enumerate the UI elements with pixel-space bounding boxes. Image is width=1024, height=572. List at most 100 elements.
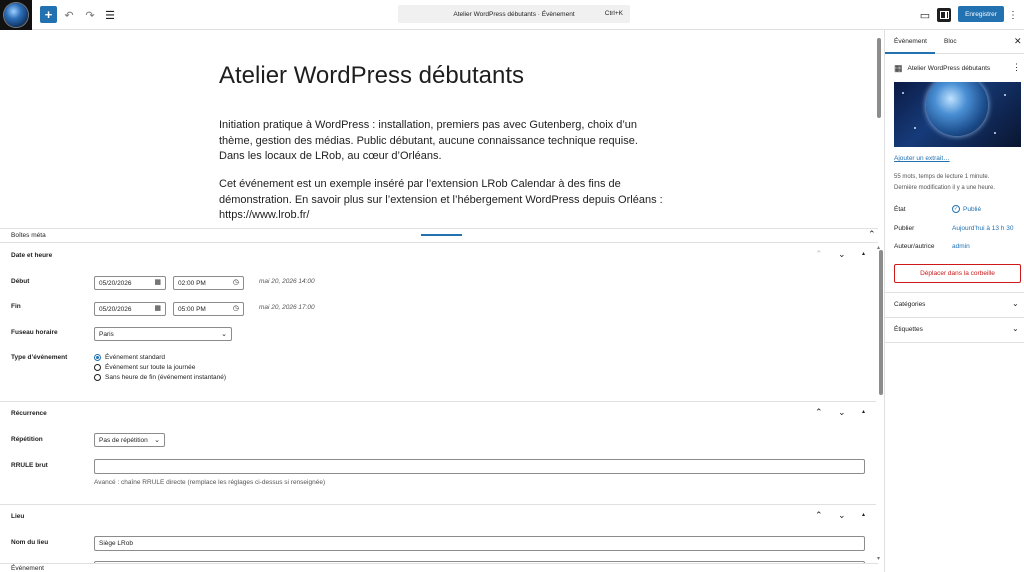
publish-date-button[interactable]: Aujourd’hui à 13 h 30	[952, 225, 1013, 232]
toggle-caret-icon[interactable]: ▴	[862, 511, 865, 518]
featured-image[interactable]	[894, 82, 1021, 147]
move-down-icon[interactable]: ⌄	[838, 510, 846, 521]
place-name-label: Nom du lieu	[11, 539, 49, 546]
chevron-down-icon: ⌄	[154, 437, 160, 444]
save-button[interactable]: Enregistrer	[958, 6, 1004, 22]
active-tab-indicator	[885, 52, 935, 54]
toggle-caret-icon[interactable]: ▴	[862, 408, 865, 415]
add-block-button[interactable]: +	[40, 6, 57, 23]
end-time-input[interactable]: 05:00 PM ◷	[173, 302, 244, 316]
globe-icon	[4, 3, 28, 27]
undo-button[interactable]: ↶	[62, 6, 76, 24]
start-time-input[interactable]: 02:00 PM ◷	[173, 276, 244, 290]
tab-event[interactable]: Événement	[894, 38, 927, 45]
move-up-icon[interactable]: ⌃	[815, 407, 823, 418]
move-up-icon[interactable]: ⌃	[815, 510, 823, 521]
start-hint: mai 20, 2026 14:00	[259, 278, 315, 285]
publish-label: Publier	[894, 225, 915, 232]
star-icon	[914, 127, 916, 129]
status-label: État	[894, 206, 906, 213]
divider	[885, 317, 1024, 318]
move-down-icon[interactable]: ⌄	[838, 249, 846, 260]
desktop-icon: ▭	[919, 9, 931, 22]
status-button[interactable]: ✓ Publié	[952, 205, 981, 213]
start-time-value: 02:00 PM	[178, 279, 206, 287]
resize-handle[interactable]	[421, 234, 462, 236]
meta-boxes-header[interactable]: Boîtes méta ⌃	[0, 228, 878, 243]
scroll-down-icon[interactable]: ▾	[877, 555, 880, 562]
breadcrumb-bar: Événement	[0, 563, 878, 572]
toggle-caret-icon[interactable]: ▴	[862, 250, 865, 257]
post-title[interactable]: Atelier WordPress débutants	[219, 62, 524, 90]
place-name-input[interactable]: Siège LRob	[94, 536, 865, 551]
globe-icon	[926, 82, 988, 136]
categories-panel[interactable]: Catégories	[894, 301, 925, 308]
move-down-icon[interactable]: ⌄	[838, 407, 846, 418]
star-icon	[1004, 94, 1006, 96]
start-date-value: 05/20/2026	[99, 279, 132, 287]
box-title: Date et heure	[11, 252, 53, 259]
paragraph-block[interactable]: Cet événement est un exemple inséré par …	[219, 177, 664, 224]
status-value: Publié	[963, 205, 982, 213]
document-overview-button[interactable]: ☰	[103, 6, 117, 24]
command-title: Atelier WordPress débutants · Évènement	[453, 10, 575, 18]
author-label: Auteur/autrice	[894, 243, 935, 250]
rrule-input[interactable]	[94, 459, 865, 474]
chevron-down-icon[interactable]: ⌄	[1012, 324, 1019, 333]
calendar-icon: ▦	[154, 279, 161, 286]
tags-panel[interactable]: Étiquettes	[894, 326, 923, 333]
word-count-text: 55 mots, temps de lecture 1 minute.	[894, 174, 990, 180]
canvas-scrollbar[interactable]	[877, 38, 881, 118]
end-date-input[interactable]: 05/20/2026 ▦	[94, 302, 166, 316]
repeat-select[interactable]: Pas de répétition ⌄	[94, 433, 165, 447]
move-up-icon[interactable]: ⌃	[815, 249, 823, 260]
tab-block[interactable]: Bloc	[944, 38, 957, 45]
radio-label: Sans heure de fin (événement instantané)	[105, 374, 227, 381]
event-type-noend-radio[interactable]: Sans heure de fin (événement instantané)	[94, 374, 226, 381]
timezone-select[interactable]: Paris ⌄	[94, 327, 232, 341]
close-icon[interactable]: ✕	[1014, 36, 1022, 47]
author-button[interactable]: admin	[952, 243, 970, 250]
more-vertical-icon[interactable]: ⋮	[1012, 62, 1021, 73]
post-card: ▦ Atelier WordPress débutants	[894, 63, 990, 74]
radio-label: Événement sur toute la journée	[105, 364, 196, 371]
undo-icon: ↶	[64, 9, 74, 22]
box-title: Récurrence	[11, 410, 47, 417]
star-icon	[902, 92, 904, 94]
options-button[interactable]: ⋮	[1008, 6, 1018, 24]
plus-icon: +	[44, 7, 53, 22]
scroll-up-icon[interactable]: ▴	[877, 244, 880, 251]
editor-canvas: Atelier WordPress débutants Initiation p…	[0, 30, 876, 228]
sidebar-tabs: Événement Bloc ✕	[885, 30, 1024, 54]
event-type-allday-radio[interactable]: Événement sur toute la journée	[94, 364, 195, 371]
paragraph-block[interactable]: Initiation pratique à WordPress : instal…	[219, 118, 664, 165]
start-label: Début	[11, 278, 30, 285]
settings-toggle-button[interactable]	[937, 8, 951, 22]
move-to-trash-button[interactable]: Déplacer dans la corbeille	[894, 264, 1021, 283]
last-modified-text: Dernière modification il y a une heure.	[894, 185, 996, 191]
meta-boxes-label: Boîtes méta	[11, 232, 46, 239]
add-excerpt-link[interactable]: Ajouter un extrait…	[894, 155, 950, 162]
event-type-standard-radio[interactable]: Événement standard	[94, 354, 165, 361]
clock-icon: ◷	[232, 279, 239, 286]
redo-button[interactable]: ↷	[83, 6, 97, 24]
rrule-label: RRULE brut	[11, 462, 48, 469]
place-box: Lieu ⌃ ⌄ ▴ Nom du lieu Siège LRob	[0, 505, 876, 572]
place-name-value: Siège LRob	[99, 540, 133, 547]
recurrence-box: Récurrence ⌃ ⌄ ▴ Répétition Pas de répét…	[0, 402, 876, 505]
published-icon: ✓	[952, 205, 960, 213]
chevron-down-icon: ⌄	[221, 331, 227, 338]
site-logo-button[interactable]	[0, 0, 32, 30]
breadcrumb[interactable]: Événement	[11, 565, 44, 572]
preview-button[interactable]: ▭	[918, 6, 932, 24]
divider	[885, 342, 1024, 343]
calendar-icon: ▦	[894, 63, 903, 73]
chevron-up-icon[interactable]: ⌃	[868, 229, 876, 240]
start-date-input[interactable]: 05/20/2026 ▦	[94, 276, 166, 290]
editor-header: + ↶ ↷ ☰ Atelier WordPress débutants · Év…	[0, 0, 1024, 30]
command-palette-button[interactable]: Atelier WordPress débutants · Évènement …	[398, 5, 630, 23]
repeat-value: Pas de répétition	[99, 436, 148, 444]
end-label: Fin	[11, 303, 21, 310]
meta-scrollbar[interactable]	[879, 250, 883, 395]
chevron-down-icon[interactable]: ⌄	[1012, 299, 1019, 308]
